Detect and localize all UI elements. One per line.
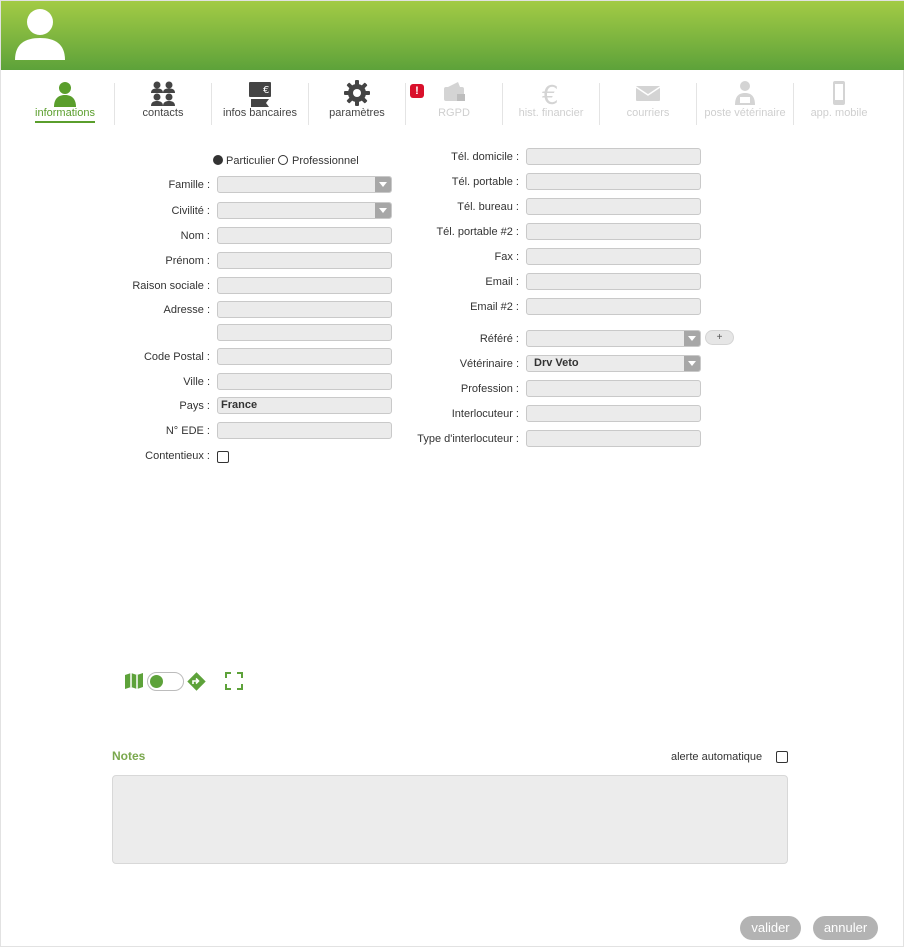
tel-portable-input[interactable]	[526, 173, 701, 190]
tab-contacts[interactable]: contacts	[115, 79, 211, 129]
chevron-down-icon	[684, 356, 700, 371]
map-toggle[interactable]	[147, 672, 184, 691]
civilite-label: Civilité :	[171, 205, 210, 217]
particulier-radio[interactable]	[213, 155, 223, 165]
tab-label: informations	[35, 107, 95, 123]
pays-label: Pays :	[179, 400, 210, 412]
particulier-label: Particulier	[226, 155, 275, 167]
toggle-knob	[150, 675, 163, 688]
euro-icon: €	[542, 81, 559, 107]
tel-portable2-label: Tél. portable #2 :	[436, 226, 519, 238]
veterinaire-select[interactable]: Drv Veto	[526, 355, 701, 372]
tab-label: paramètres	[329, 107, 385, 119]
tel-portable-label: Tél. portable :	[451, 176, 519, 188]
chevron-down-icon	[375, 177, 391, 192]
tab-informations[interactable]: informations	[17, 79, 113, 129]
tab-infos-bancaires[interactable]: € infos bancaires	[212, 79, 308, 129]
email2-label: Email #2 :	[470, 301, 519, 313]
raison-sociale-label: Raison sociale :	[132, 280, 210, 292]
map-icon[interactable]	[124, 671, 144, 691]
envelope-icon	[635, 86, 661, 101]
tab-app-mobile[interactable]: app. mobile	[794, 79, 884, 129]
bank-card-icon: €	[249, 82, 271, 107]
contentieux-checkbox[interactable]	[217, 451, 229, 463]
chevron-down-icon	[684, 331, 700, 346]
tab-hist-financier[interactable]: € hist. financier	[503, 79, 599, 129]
email-input[interactable]	[526, 273, 701, 290]
fax-input[interactable]	[526, 248, 701, 265]
tab-label: poste vétérinaire	[704, 107, 786, 119]
profession-input[interactable]	[526, 380, 701, 397]
professionnel-label: Professionnel	[292, 155, 359, 167]
wallet-lock-icon	[444, 82, 465, 101]
tab-label: infos bancaires	[223, 107, 297, 119]
valider-button[interactable]: valider	[740, 916, 801, 940]
professionnel-radio[interactable]	[278, 155, 288, 165]
tel-bureau-input[interactable]	[526, 198, 701, 215]
fax-label: Fax :	[494, 251, 519, 263]
nom-label: Nom :	[180, 230, 210, 242]
person-icon	[54, 82, 76, 107]
adresse-line2-input[interactable]	[217, 324, 392, 341]
app-header	[1, 1, 904, 70]
ville-label: Ville :	[183, 376, 210, 388]
prenom-input[interactable]	[217, 252, 392, 269]
tab-poste-veterinaire[interactable]: poste vétérinaire	[697, 79, 793, 129]
type-interlocuteur-input[interactable]	[526, 430, 701, 447]
famille-label: Famille :	[168, 179, 210, 191]
alerte-automatique-checkbox[interactable]	[776, 751, 788, 763]
refere-label: Référé :	[479, 333, 519, 345]
pays-input[interactable]: France	[217, 397, 392, 414]
tel-domicile-label: Tél. domicile :	[451, 151, 519, 163]
notes-title: Notes	[112, 749, 146, 763]
fullscreen-icon[interactable]	[225, 672, 243, 690]
raison-sociale-input[interactable]	[217, 277, 392, 294]
tab-courriers[interactable]: courriers	[600, 79, 696, 129]
code-postal-input[interactable]	[217, 348, 392, 365]
tel-bureau-label: Tél. bureau :	[457, 201, 519, 213]
ville-input[interactable]	[217, 373, 392, 390]
annuler-button[interactable]: annuler	[813, 916, 878, 940]
notes-textarea[interactable]	[112, 775, 788, 864]
svg-text:€: €	[542, 81, 559, 107]
user-avatar-icon	[15, 9, 65, 60]
nom-input[interactable]	[217, 227, 392, 244]
type-interlocuteur-label: Type d'interlocuteur :	[417, 433, 519, 445]
vet-person-icon	[735, 81, 755, 105]
email2-input[interactable]	[526, 298, 701, 315]
tel-portable2-input[interactable]	[526, 223, 701, 240]
add-refere-button[interactable]: +	[705, 330, 734, 345]
tel-domicile-input[interactable]	[526, 148, 701, 165]
interlocuteur-input[interactable]	[526, 405, 701, 422]
interlocuteur-label: Interlocuteur :	[451, 408, 519, 420]
rgpd-alert-badge: !	[410, 84, 424, 98]
prenom-label: Prénom :	[165, 255, 210, 267]
n-ede-input[interactable]	[217, 422, 392, 439]
alerte-automatique-label: alerte automatique	[671, 751, 763, 763]
veterinaire-label: Vétérinaire :	[459, 358, 519, 370]
mobile-icon	[833, 81, 845, 105]
refere-select[interactable]	[526, 330, 701, 347]
code-postal-label: Code Postal :	[143, 351, 210, 363]
adresse-label: Adresse :	[163, 304, 210, 316]
tab-label: RGPD	[438, 107, 470, 119]
tab-label: hist. financier	[518, 107, 584, 119]
civilite-select[interactable]	[217, 202, 392, 219]
contentieux-label: Contentieux :	[145, 450, 210, 462]
adresse-input[interactable]	[217, 301, 392, 318]
tab-label: app. mobile	[810, 107, 868, 119]
profession-label: Profession :	[460, 383, 519, 395]
gear-icon	[344, 80, 370, 106]
tab-label: contacts	[142, 107, 184, 119]
n-ede-label: N° EDE :	[165, 425, 210, 437]
group-icon	[151, 81, 175, 106]
email-label: Email :	[485, 276, 519, 288]
tab-label: courriers	[626, 107, 670, 119]
directions-icon[interactable]	[186, 671, 207, 692]
chevron-down-icon	[375, 203, 391, 218]
tab-parametres[interactable]: paramètres	[309, 79, 405, 129]
svg-text:€: €	[263, 85, 269, 96]
famille-select[interactable]	[217, 176, 392, 193]
